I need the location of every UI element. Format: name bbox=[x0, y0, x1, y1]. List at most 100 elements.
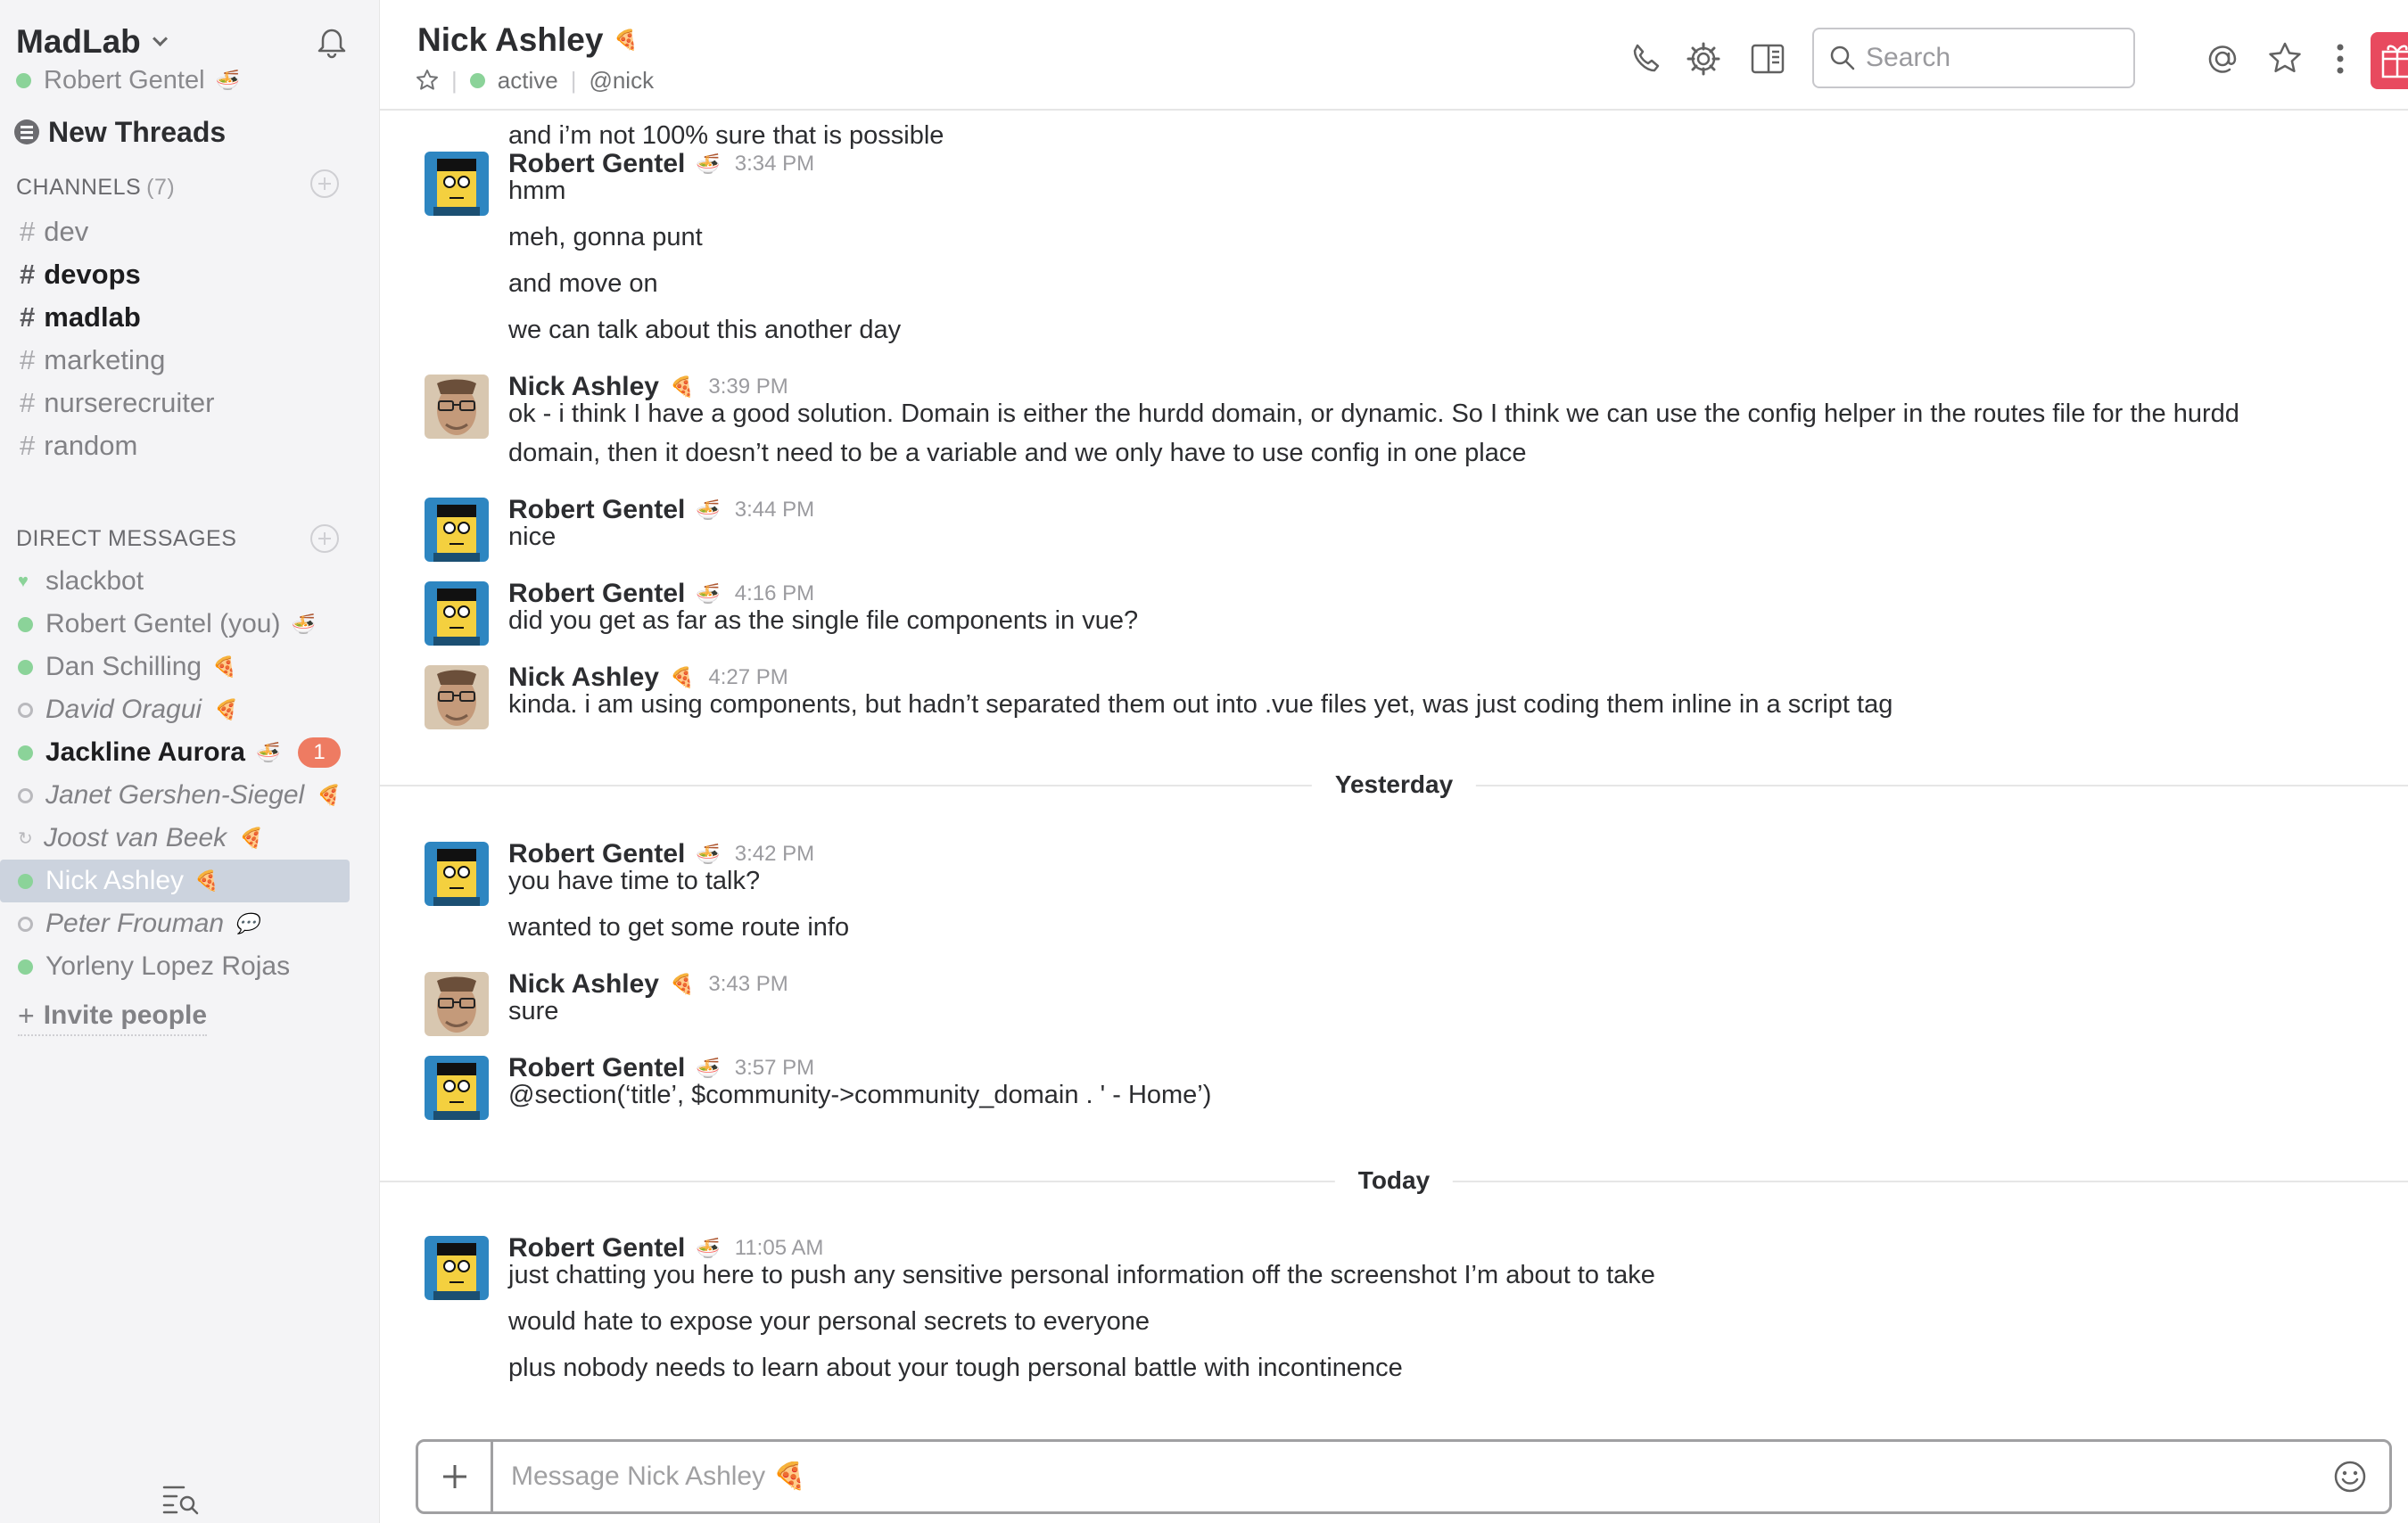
channel-marketing[interactable]: # marketing bbox=[0, 339, 380, 382]
dm-robert-gentel[interactable]: Robert Gentel (you) 🍜 bbox=[0, 603, 380, 646]
hash-icon: # bbox=[20, 301, 36, 333]
dm-label: Yorleny Lopez Rojas bbox=[45, 951, 291, 981]
ramen-icon: 🍜 bbox=[291, 613, 316, 635]
channel-devops[interactable]: # devops bbox=[0, 253, 380, 296]
channels-header[interactable]: CHANNELS (7) bbox=[16, 171, 175, 203]
dm-dan-schilling[interactable]: Dan Schilling 🍕 bbox=[0, 646, 380, 688]
channel-dev[interactable]: # dev bbox=[0, 210, 380, 253]
sidebar: MadLab Robert Gentel 🍜 New Threads CHANN… bbox=[0, 0, 380, 1523]
search-box[interactable] bbox=[1812, 28, 2135, 88]
away-status-dot bbox=[18, 787, 33, 803]
avatar[interactable] bbox=[425, 375, 489, 439]
smiley-icon[interactable] bbox=[2332, 1459, 2368, 1494]
online-status-dot bbox=[18, 873, 33, 889]
hash-icon: # bbox=[20, 344, 36, 375]
channel-madlab[interactable]: # madlab bbox=[0, 296, 380, 339]
pizza-icon: 🍕 bbox=[315, 784, 340, 806]
mentions-icon[interactable] bbox=[2205, 41, 2240, 77]
message-list: and i’m not 100% sure that is possible R… bbox=[380, 111, 2408, 1430]
message-text: and move on bbox=[508, 269, 658, 298]
channel-title[interactable]: Nick Ashley 🍕 bbox=[417, 21, 639, 59]
gift-icon[interactable] bbox=[2371, 32, 2408, 89]
threads-icon bbox=[14, 119, 39, 144]
separator: | bbox=[570, 66, 577, 94]
pizza-icon: 🍕 bbox=[669, 973, 695, 995]
ramen-icon: 🍜 bbox=[256, 741, 281, 763]
message-group: Robert Gentel 🍜 4:16 PM did you get as f… bbox=[425, 576, 2387, 656]
online-status-dot bbox=[18, 616, 33, 632]
dm-peter-frouman[interactable]: Peter Frouman 💬 bbox=[0, 902, 380, 945]
message-text: @section(‘title’, $community->community_… bbox=[508, 1081, 1212, 1109]
star-icon[interactable] bbox=[2267, 41, 2303, 77]
current-user[interactable]: Robert Gentel 🍜 bbox=[16, 64, 240, 96]
dm-label: Dan Schilling bbox=[45, 652, 202, 681]
quick-switcher-icon[interactable] bbox=[161, 1480, 202, 1516]
pizza-icon: 🍕 bbox=[237, 827, 262, 849]
channel-random[interactable]: # random bbox=[0, 424, 380, 467]
add-direct-message-button[interactable] bbox=[310, 524, 339, 553]
hash-icon: # bbox=[20, 259, 36, 290]
ramen-icon: 🍜 bbox=[215, 69, 240, 91]
timestamp[interactable]: 3:43 PM bbox=[708, 972, 788, 997]
dm-yorleny-lopez-rojas[interactable]: Yorleny Lopez Rojas bbox=[0, 945, 380, 988]
plus-icon: + bbox=[18, 999, 35, 1032]
search-icon bbox=[1830, 45, 1855, 70]
sync-status-icon: ↻ bbox=[18, 828, 33, 849]
message-group: Nick Ashley 🍕 4:27 PM kinda. i am using … bbox=[425, 660, 2387, 740]
new-threads-link[interactable]: New Threads bbox=[14, 112, 226, 152]
date-divider-label[interactable]: Today bbox=[1334, 1163, 1454, 1198]
message-text: just chatting you here to push any sensi… bbox=[508, 1261, 1655, 1289]
away-status-dot bbox=[18, 916, 33, 932]
avatar[interactable] bbox=[425, 842, 489, 906]
dm-slackbot[interactable]: ♥ slackbot bbox=[0, 560, 380, 603]
star-icon[interactable] bbox=[416, 69, 439, 92]
invite-people-link[interactable]: + Invite people bbox=[18, 997, 208, 1036]
avatar[interactable] bbox=[425, 665, 489, 729]
date-divider-label[interactable]: Yesterday bbox=[1311, 767, 1477, 803]
timestamp[interactable]: 3:44 PM bbox=[735, 498, 814, 523]
search-input[interactable] bbox=[1866, 43, 2115, 73]
add-channel-button[interactable] bbox=[310, 169, 339, 198]
message-input[interactable] bbox=[511, 1461, 2332, 1492]
ramen-icon: 🍜 bbox=[696, 498, 721, 521]
direct-messages-label: DIRECT MESSAGES bbox=[16, 525, 237, 551]
online-status-dot bbox=[18, 959, 33, 975]
dm-jackline-aurora[interactable]: Jackline Aurora 🍜 1 bbox=[0, 731, 380, 774]
timestamp[interactable]: 3:34 PM bbox=[735, 152, 814, 177]
heart-icon: ♥ bbox=[18, 571, 29, 591]
bell-icon[interactable] bbox=[314, 25, 350, 61]
more-options-icon[interactable] bbox=[2322, 41, 2358, 77]
avatar[interactable] bbox=[425, 1056, 489, 1120]
team-menu[interactable]: MadLab bbox=[16, 20, 168, 64]
new-threads-label: New Threads bbox=[48, 115, 227, 148]
message-composer bbox=[416, 1439, 2392, 1514]
message-text: did you get as far as the single file co… bbox=[508, 606, 1139, 635]
online-status-dot bbox=[18, 745, 33, 761]
attach-file-button[interactable] bbox=[418, 1442, 493, 1511]
dm-label: Peter Frouman bbox=[45, 909, 225, 938]
dm-janet-gershen-siegel[interactable]: Janet Gershen-Siegel 🍕 bbox=[0, 774, 380, 817]
message-text: meh, gonna punt bbox=[508, 223, 703, 251]
dm-label: Jackline Aurora bbox=[45, 737, 245, 767]
dm-david-oragui[interactable]: David Oragui 🍕 bbox=[0, 688, 380, 731]
avatar[interactable] bbox=[425, 498, 489, 562]
message-text: sure bbox=[508, 997, 559, 1025]
avatar[interactable] bbox=[425, 1236, 489, 1300]
dm-nick-ashley[interactable]: Nick Ashley 🍕 bbox=[0, 860, 350, 902]
dm-joost-van-beek[interactable]: ↻ Joost van Beek 🍕 bbox=[0, 817, 380, 860]
avatar[interactable] bbox=[425, 581, 489, 646]
hash-icon: # bbox=[20, 216, 36, 247]
date-divider: Today bbox=[380, 1163, 2408, 1198]
message-text: ok - i think I have a good solution. Dom… bbox=[508, 399, 2239, 428]
message-text: you have time to talk? bbox=[508, 867, 761, 895]
avatar[interactable] bbox=[425, 152, 489, 216]
message-group: Nick Ashley 🍕 3:43 PM sure bbox=[425, 967, 2387, 1047]
avatar[interactable] bbox=[425, 972, 489, 1036]
gear-icon[interactable] bbox=[1686, 41, 1721, 77]
direct-messages-header[interactable]: DIRECT MESSAGES bbox=[16, 523, 236, 555]
sidebar-toggle-icon[interactable] bbox=[1750, 41, 1785, 77]
channel-meta: | active | @nick bbox=[416, 64, 654, 96]
channels-label: CHANNELS bbox=[16, 174, 142, 200]
phone-icon[interactable] bbox=[1629, 41, 1664, 77]
channel-nurserecruiter[interactable]: # nurserecruiter bbox=[0, 382, 380, 424]
